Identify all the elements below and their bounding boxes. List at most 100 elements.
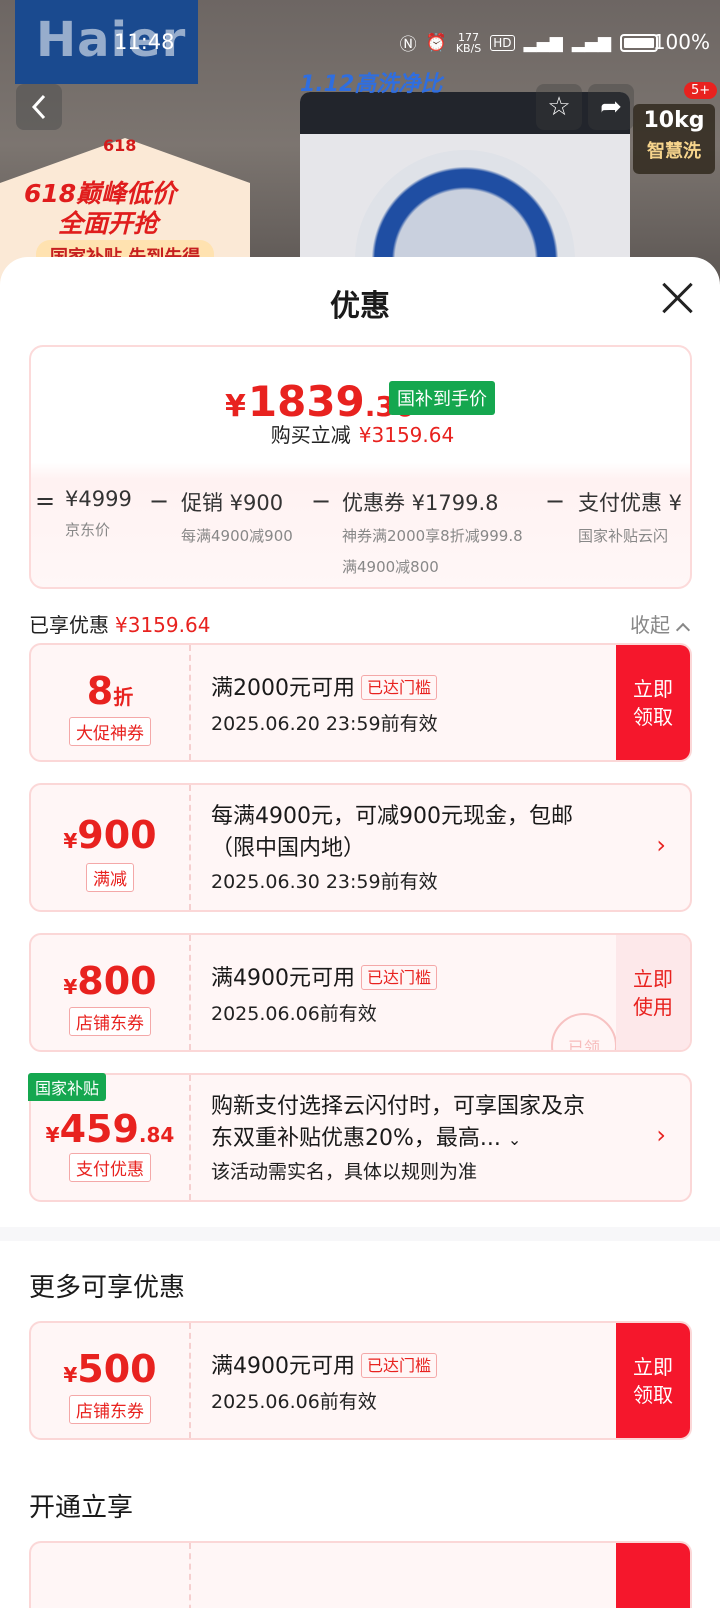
- notification-badge: 5+: [684, 82, 718, 99]
- signal-5g-2-icon: ▂▄▆: [571, 32, 611, 53]
- threshold-reached-tag: 已达门槛: [361, 1353, 438, 1379]
- coupon-divider: [189, 1543, 191, 1608]
- coupon-value: 优惠券 ¥1799.8: [342, 491, 499, 515]
- coupon-title-text: 满2000元可用: [211, 676, 355, 701]
- use-label-1: 立即: [633, 966, 673, 991]
- promo-sub: 每满4900减900: [181, 527, 293, 545]
- coupon-sub-1: 神券满2000享8折减999.8: [342, 527, 523, 545]
- coupon-discount-unit: 折: [113, 685, 134, 709]
- share-button[interactable]: ➦: [588, 84, 634, 130]
- use-button[interactable]: 立即 使用: [616, 935, 690, 1050]
- coupon-tag: 满减: [31, 863, 189, 892]
- coupon-validity: 2025.06.30 23:59前有效: [211, 871, 438, 893]
- coupon-decimal: .84: [138, 1123, 175, 1147]
- coupon-title-text: 满4900元可用: [211, 966, 355, 991]
- promo-value: 促销 ¥900: [181, 491, 284, 515]
- promo-618-label: 618: [103, 136, 137, 155]
- network-speed: 177 KB/S: [456, 32, 481, 54]
- coupon-value: ¥800: [31, 959, 189, 1003]
- coupon-card[interactable]: ¥900 满减 每满4900元，可减900元现金，包邮 （限中国内地） 2025…: [29, 783, 692, 912]
- coupon-tag-text: 大促神券: [69, 717, 151, 746]
- status-icons: Ⓝ ⏰ 177 KB/S HD ▂▄▆ ▂▄▆: [400, 30, 658, 55]
- coupon-divider: [189, 1323, 191, 1438]
- coupon-amount: 800: [77, 959, 157, 1003]
- collapse-button[interactable]: 收起: [630, 609, 691, 638]
- coupon-tag: 店铺东券: [31, 1007, 189, 1036]
- discount-sheet: 优惠 ¥ 1839 .36 国补到手价 购买立减¥3159.64 = ¥4999…: [0, 257, 720, 1608]
- reduction-amount: ¥3159.64: [358, 423, 455, 447]
- coupon-tag: 支付优惠: [31, 1153, 189, 1182]
- enjoyed-label: 已享优惠: [29, 613, 109, 637]
- coupon-title: 满4900元可用 已达门槛: [211, 1351, 438, 1383]
- battery-percent: 100%: [652, 30, 710, 54]
- favorite-button[interactable]: ☆: [536, 84, 582, 130]
- coupon-tag: 店铺东券: [31, 1395, 189, 1424]
- price-breakdown[interactable]: = ¥4999 京东价 − 促销 ¥900 每满4900减900 − 优惠券 ¥…: [31, 487, 690, 587]
- pay-sub: 国家补贴云闪: [578, 527, 669, 545]
- claimed-stamp: 已领: [551, 1013, 617, 1050]
- coupon-card[interactable]: ¥459.84 支付优惠 购新支付选择云闪付时，可享国家及京 东双重补贴优惠20…: [29, 1073, 692, 1202]
- price-summary-card: ¥ 1839 .36 国补到手价 购买立减¥3159.64 = ¥4999 京东…: [29, 345, 692, 589]
- coupon-divider: [189, 785, 191, 910]
- coupon-value: 8折: [31, 669, 189, 713]
- hd-icon: HD: [490, 34, 515, 51]
- capacity-text: 10kg: [643, 108, 705, 133]
- claim-label-1: 立即: [633, 1354, 673, 1379]
- coupon-amount: 900: [77, 813, 157, 857]
- capacity-badge: 10kg 智慧洗: [633, 104, 715, 174]
- chevron-right-icon: ›: [656, 1121, 666, 1149]
- coupon-currency: ¥: [63, 829, 78, 853]
- coupon-divider: [189, 935, 191, 1050]
- coupon-title: 满4900元可用 已达门槛: [211, 963, 438, 995]
- close-icon[interactable]: [660, 281, 694, 315]
- purchase-reduction: 购买立减 ¥3159.64: [31, 419, 690, 448]
- claim-label-2: 领取: [633, 1382, 673, 1407]
- coupon-tag-text: 满减: [86, 863, 134, 892]
- coupon-title-line-2: （限中国内地）: [211, 835, 366, 861]
- coupon-title-line-2: 东双重补贴优惠20%，最高...: [211, 1125, 501, 1151]
- chevron-left-icon: [31, 94, 46, 120]
- minus-sign: −: [311, 487, 332, 515]
- coupon-tag-text: 店铺东券: [69, 1007, 151, 1036]
- coupon-title-line-1: 购新支付选择云闪付时，可享国家及京: [211, 1094, 586, 1119]
- claim-button[interactable]: 立即 领取: [616, 645, 690, 760]
- coupon-currency: ¥: [63, 975, 78, 999]
- coupon-title-line-2-row: 东双重补贴优惠20%，最高... ⌄: [211, 1123, 585, 1155]
- threshold-reached-tag: 已达门槛: [361, 965, 438, 991]
- breakdown-coupon: 优惠券 ¥1799.8 神券满2000享8折减999.8 满4900减800: [342, 487, 523, 577]
- alarm-icon: ⏰: [425, 32, 447, 53]
- subsidy-price-tag: 国补到手价: [389, 381, 495, 415]
- minus-sign: −: [149, 487, 170, 515]
- coupon-title-text: 满4900元可用: [211, 1354, 355, 1379]
- enjoyed-discount: 已享优惠 ¥3159.64: [29, 609, 210, 638]
- claim-button[interactable]: [616, 1543, 690, 1608]
- coupon-divider: [189, 1075, 191, 1200]
- coupon-card: [29, 1541, 692, 1608]
- more-discounts-title: 更多可享优惠: [29, 1273, 186, 1303]
- back-button[interactable]: [16, 84, 62, 130]
- wash-ratio-badge: 1.12高洗净比: [300, 72, 443, 97]
- enjoyed-amount: ¥3159.64: [115, 613, 211, 637]
- coupon-card: ¥500 店铺东券 满4900元可用 已达门槛 2025.06.06前有效 立即领…: [29, 1321, 692, 1440]
- coupon-currency: ¥: [45, 1123, 60, 1147]
- open-to-enjoy-title: 开通立享: [29, 1493, 134, 1523]
- signal-5g-icon: ▂▄▆: [523, 32, 563, 53]
- jd-price-value: ¥4999: [65, 487, 132, 511]
- breakdown-promo: 促销 ¥900 每满4900减900: [181, 487, 293, 546]
- nfc-icon: Ⓝ: [399, 35, 417, 55]
- threshold-reached-tag: 已达门槛: [361, 675, 438, 701]
- smart-wash-text: 智慧洗: [647, 141, 701, 162]
- claim-button[interactable]: 立即 领取: [616, 1323, 690, 1438]
- chevron-down-icon[interactable]: ⌄: [508, 1130, 521, 1149]
- coupon-card: 8折 大促神券 满2000元可用 已达门槛 2025.06.20 23:59前有效…: [29, 643, 692, 762]
- claim-label-2: 领取: [633, 704, 673, 729]
- chevron-right-icon: ›: [656, 831, 666, 859]
- jd-price-label: 京东价: [65, 521, 111, 539]
- coupon-value: ¥459.84: [31, 1107, 189, 1151]
- sheet-title: 优惠: [330, 289, 390, 324]
- promo-line-2: 全面开抢: [58, 209, 159, 238]
- reduction-label: 购买立减: [270, 423, 351, 447]
- coupon-tag-text: 店铺东券: [69, 1395, 151, 1424]
- chevron-up-icon: [675, 622, 691, 638]
- coupon-note: 该活动需实名，具体以规则为准: [211, 1161, 478, 1183]
